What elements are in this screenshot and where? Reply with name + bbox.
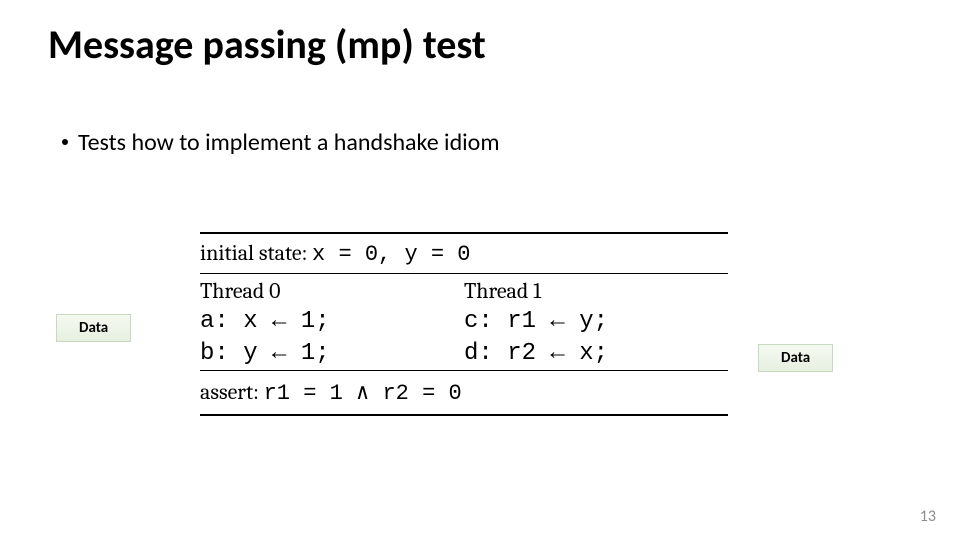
data-label-left: Data	[56, 314, 131, 342]
assert-row: assert: r1 = 1 ∧ r2 = 0	[200, 371, 728, 414]
thread-1-line-c: c: r1 ← y;	[464, 306, 728, 338]
initial-state-row: initial state: x = 0, y = 0	[200, 234, 728, 273]
initial-state-expr: x = 0, y = 0	[312, 242, 470, 267]
slide: Message passing (mp) test Tests how to i…	[0, 0, 960, 540]
initial-state-prefix: initial state:	[200, 240, 312, 266]
rule-bottom	[200, 414, 728, 416]
assert-prefix: assert:	[200, 379, 264, 405]
thread-1-block: Thread 1 c: r1 ← y; d: r2 ← x;	[464, 274, 728, 370]
data-label-right: Data	[758, 344, 833, 372]
bullet-text: Tests how to implement a handshake idiom	[78, 128, 500, 157]
threads-row: Thread 0 a: x ← 1; b: y ← 1; Thread 1 c:…	[200, 274, 728, 370]
bullet-item: Tests how to implement a handshake idiom	[62, 128, 500, 157]
thread-0-head: Thread 0	[200, 274, 464, 306]
bullet-dot-icon	[62, 139, 68, 145]
thread-0-line-a: a: x ← 1;	[200, 306, 464, 338]
thread-1-line-d: d: r2 ← x;	[464, 338, 728, 370]
assert-expr: r1 = 1 ∧ r2 = 0	[264, 381, 462, 406]
page-number: 13	[920, 507, 936, 526]
thread-1-head: Thread 1	[464, 274, 728, 306]
slide-title: Message passing (mp) test	[48, 20, 486, 69]
thread-0-line-b: b: y ← 1;	[200, 338, 464, 370]
litmus-table: initial state: x = 0, y = 0 Thread 0 a: …	[200, 232, 728, 416]
thread-0-block: Thread 0 a: x ← 1; b: y ← 1;	[200, 274, 464, 370]
